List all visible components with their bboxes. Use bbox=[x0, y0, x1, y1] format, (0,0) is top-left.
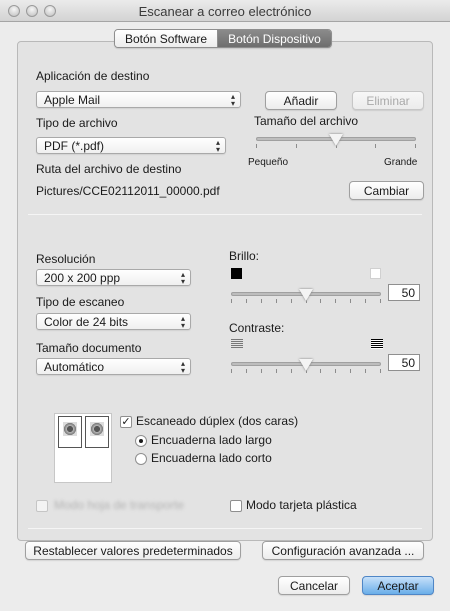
slider-tick bbox=[380, 369, 381, 373]
scan-type-value: Color de 24 bits bbox=[44, 315, 129, 329]
remove-button[interactable]: Eliminar bbox=[352, 91, 424, 110]
plastic-card-checkbox[interactable] bbox=[230, 500, 242, 512]
slider-tick bbox=[375, 144, 376, 148]
preview-photo-icon bbox=[90, 422, 104, 436]
popup-arrows-icon: ▴ ▾ bbox=[180, 359, 185, 375]
contrast-label: Contraste: bbox=[229, 321, 285, 335]
slider-tick bbox=[291, 369, 292, 373]
preview-photo-icon bbox=[63, 422, 77, 436]
popup-arrows-icon: ▴ ▾ bbox=[215, 138, 220, 154]
file-size-label: Tamaño del archivo bbox=[254, 114, 359, 128]
carrier-sheet-checkbox[interactable] bbox=[36, 500, 48, 512]
tab-software-button[interactable]: Botón Software bbox=[115, 30, 218, 47]
slider-tick bbox=[276, 299, 277, 303]
resolution-value: 200 x 200 ppp bbox=[44, 271, 121, 285]
slider-tick bbox=[415, 144, 416, 148]
change-path-button[interactable]: Cambiar bbox=[349, 181, 424, 200]
document-size-label: Tamaño documento bbox=[36, 341, 142, 355]
short-edge-label: Encuaderna lado corto bbox=[151, 451, 272, 465]
advanced-settings-button[interactable]: Configuración avanzada ... bbox=[262, 541, 424, 560]
duplex-checkbox[interactable]: ✓ bbox=[120, 416, 132, 428]
short-edge-radio[interactable] bbox=[135, 453, 147, 465]
slider-tick bbox=[365, 299, 366, 303]
slider-tick bbox=[335, 299, 336, 303]
contrast-value-field[interactable]: 50 bbox=[388, 354, 420, 371]
long-edge-label: Encuaderna lado largo bbox=[151, 433, 272, 447]
title-bar: Escanear a correo electrónico bbox=[0, 0, 450, 22]
cancel-button[interactable]: Cancelar bbox=[278, 576, 350, 595]
destination-app-value: Apple Mail bbox=[44, 93, 101, 107]
slider-tick bbox=[246, 369, 247, 373]
contrast-slider-thumb[interactable] bbox=[299, 359, 313, 371]
destination-app-select[interactable]: Apple Mail ▴ ▾ bbox=[36, 91, 241, 108]
destination-app-label: Aplicación de destino bbox=[36, 69, 150, 83]
slider-tick bbox=[320, 369, 321, 373]
light-swatch-icon bbox=[370, 268, 381, 279]
slider-tick bbox=[335, 369, 336, 373]
slider-tick bbox=[320, 299, 321, 303]
dark-swatch-icon bbox=[231, 268, 242, 279]
popup-arrows-icon: ▴ ▾ bbox=[180, 270, 185, 286]
brightness-value-field[interactable]: 50 bbox=[388, 284, 420, 301]
file-path-label: Ruta del archivo de destino bbox=[36, 162, 182, 176]
slider-tick bbox=[231, 299, 232, 303]
tab-device-button[interactable]: Botón Dispositivo bbox=[217, 30, 331, 47]
slider-tick bbox=[350, 299, 351, 303]
slider-tick bbox=[380, 299, 381, 303]
low-contrast-icon bbox=[231, 339, 243, 349]
high-contrast-icon bbox=[371, 339, 383, 349]
brightness-slider-thumb[interactable] bbox=[299, 289, 313, 301]
resolution-label: Resolución bbox=[36, 252, 96, 266]
file-type-label: Tipo de archivo bbox=[36, 116, 118, 130]
plastic-card-label: Modo tarjeta plástica bbox=[246, 498, 357, 512]
slider-tick bbox=[231, 369, 232, 373]
slider-tick bbox=[261, 369, 262, 373]
slider-tick bbox=[276, 369, 277, 373]
slider-tick bbox=[291, 299, 292, 303]
accept-button[interactable]: Aceptar bbox=[362, 576, 434, 595]
resolution-select[interactable]: 200 x 200 ppp ▴ ▾ bbox=[36, 269, 191, 286]
file-type-select[interactable]: PDF (*.pdf) ▴ ▾ bbox=[36, 137, 226, 154]
slider-tick bbox=[365, 369, 366, 373]
section-divider bbox=[28, 528, 422, 529]
file-type-value: PDF (*.pdf) bbox=[44, 139, 105, 153]
preview-front-page bbox=[58, 416, 82, 448]
carrier-sheet-label: Modo hoja de transporte bbox=[54, 498, 185, 512]
preview-back-page bbox=[85, 416, 109, 448]
scan-type-label: Tipo de escaneo bbox=[36, 295, 125, 309]
slider-tick bbox=[261, 299, 262, 303]
restore-defaults-button[interactable]: Restablecer valores predeterminados bbox=[25, 541, 241, 560]
checkmark-icon: ✓ bbox=[121, 416, 131, 428]
brightness-label: Brillo: bbox=[229, 249, 260, 263]
window-title: Escanear a correo electrónico bbox=[138, 4, 312, 19]
file-size-slider-thumb[interactable] bbox=[329, 134, 343, 146]
tab-bar: Botón Software Botón Dispositivo bbox=[114, 29, 332, 48]
slider-tick bbox=[256, 144, 257, 148]
slider-tick bbox=[246, 299, 247, 303]
duplex-label: Escaneado dúplex (dos caras) bbox=[136, 414, 299, 428]
popup-arrows-icon: ▴ ▾ bbox=[180, 314, 185, 330]
document-size-select[interactable]: Automático ▴ ▾ bbox=[36, 358, 191, 375]
section-divider bbox=[28, 214, 422, 215]
slider-tick bbox=[350, 369, 351, 373]
add-button[interactable]: Añadir bbox=[265, 91, 337, 110]
slider-tick bbox=[296, 144, 297, 148]
popup-arrows-icon: ▴ ▾ bbox=[230, 92, 235, 108]
long-edge-radio[interactable] bbox=[135, 435, 147, 447]
file-size-min-label: Pequeño bbox=[248, 157, 289, 168]
duplex-preview-image bbox=[54, 413, 112, 483]
file-size-max-label: Grande bbox=[384, 157, 418, 168]
scan-type-select[interactable]: Color de 24 bits ▴ ▾ bbox=[36, 313, 191, 330]
document-size-value: Automático bbox=[44, 360, 105, 374]
file-path-value: Pictures/CCE02112011_00000.pdf bbox=[36, 184, 220, 198]
